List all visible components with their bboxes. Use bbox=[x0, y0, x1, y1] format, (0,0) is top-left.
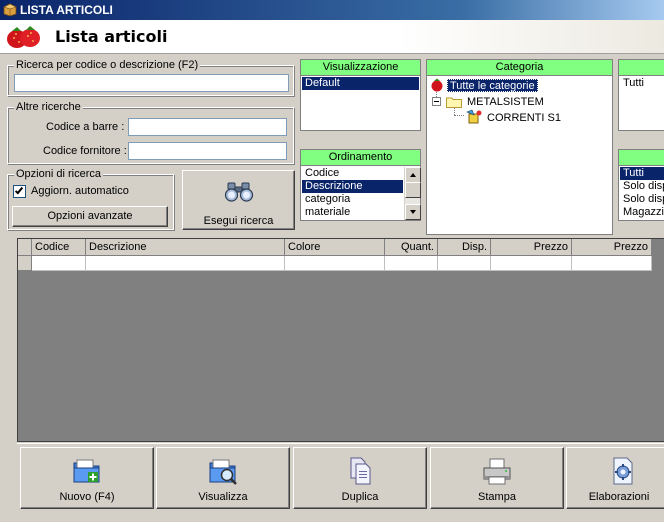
table-cell[interactable] bbox=[285, 256, 385, 271]
column-header-quantita[interactable]: Quant. bbox=[385, 239, 438, 256]
search-input[interactable] bbox=[14, 74, 289, 92]
box-icon bbox=[3, 3, 17, 17]
sort-item-categoria[interactable]: categoria bbox=[302, 193, 403, 206]
filter-item-all[interactable]: Tutti bbox=[620, 77, 664, 90]
sort-panel-title: Ordinamento bbox=[301, 150, 420, 166]
availability-panel: Tutti Solo disp Solo disp Magazzin bbox=[618, 149, 664, 221]
sort-item-descrizione[interactable]: Descrizione bbox=[302, 180, 403, 193]
scroll-up-button[interactable] bbox=[405, 167, 421, 183]
window-title: LISTA ARTICOLI bbox=[20, 3, 113, 17]
processing-button-label: Elaborazioni bbox=[588, 491, 650, 503]
view-list[interactable]: Default bbox=[302, 77, 419, 129]
scroll-down-button[interactable] bbox=[405, 204, 421, 220]
tree-line bbox=[454, 108, 455, 115]
table-cell[interactable] bbox=[32, 256, 86, 271]
strawberry-icon bbox=[431, 78, 443, 92]
search-options-group-label: Opzioni di ricerca bbox=[14, 168, 103, 180]
availability-item[interactable]: Solo disp bbox=[620, 180, 664, 193]
new-button-label: Nuovo (F4) bbox=[59, 491, 115, 503]
view-panel: Visualizzazione Default bbox=[300, 59, 421, 131]
duplicate-button[interactable]: Duplica bbox=[293, 447, 427, 509]
print-button[interactable]: Stampa bbox=[430, 447, 564, 509]
table-cell[interactable] bbox=[86, 256, 285, 271]
availability-item[interactable]: Solo disp bbox=[620, 193, 664, 206]
item-category-icon bbox=[466, 109, 482, 124]
checkmark-icon bbox=[14, 185, 24, 195]
folder-add-icon bbox=[73, 459, 100, 483]
view-list-item[interactable]: Default bbox=[302, 77, 419, 90]
sort-list-scrollbar[interactable] bbox=[404, 167, 421, 220]
tree-node-metalsistem[interactable]: METALSISTEM bbox=[467, 96, 544, 109]
availability-item-all[interactable]: Tutti bbox=[620, 167, 664, 180]
documents-icon bbox=[350, 457, 371, 485]
tree-collapse-toggle[interactable] bbox=[432, 97, 441, 106]
processing-button[interactable]: Elaborazioni bbox=[566, 447, 664, 509]
binoculars-icon bbox=[224, 182, 254, 202]
filter-panel-top: Tutti bbox=[618, 59, 664, 131]
category-panel-title: Categoria bbox=[427, 60, 612, 76]
sort-item-codice[interactable]: Codice bbox=[302, 167, 403, 180]
supplier-code-label: Codice fornitore : bbox=[43, 145, 127, 157]
window-title-bar[interactable]: LISTA ARTICOLI bbox=[0, 0, 664, 20]
view-button[interactable]: Visualizza bbox=[156, 447, 290, 509]
category-tree[interactable]: Tutte le categorie METALSISTEM CORRENTI … bbox=[428, 77, 611, 233]
availability-list[interactable]: Tutti Solo disp Solo disp Magazzin bbox=[620, 167, 664, 219]
auto-update-checkbox[interactable] bbox=[13, 185, 26, 198]
strawberry-icon bbox=[7, 26, 40, 48]
grid-corner bbox=[18, 239, 32, 256]
row-indicator[interactable] bbox=[18, 256, 32, 271]
column-header-codice[interactable]: Codice bbox=[32, 239, 86, 256]
printer-icon bbox=[483, 458, 511, 485]
duplicate-button-label: Duplica bbox=[341, 491, 379, 503]
table-cell[interactable] bbox=[438, 256, 491, 271]
page-header: Lista articoli bbox=[0, 20, 664, 54]
articles-grid[interactable]: Codice Descrizione Colore Quant. Disp. P… bbox=[17, 238, 664, 442]
table-cell[interactable] bbox=[385, 256, 438, 271]
filter-list-top[interactable]: Tutti bbox=[620, 77, 664, 129]
column-header-prezzo-2[interactable]: Prezzo bbox=[572, 239, 652, 256]
sort-item-materiale[interactable]: materiale bbox=[302, 206, 403, 219]
advanced-options-button[interactable]: Opzioni avanzate bbox=[12, 206, 168, 227]
table-cell[interactable] bbox=[572, 256, 652, 271]
run-search-label: Esegui ricerca bbox=[203, 215, 274, 227]
print-button-label: Stampa bbox=[478, 491, 516, 503]
column-header-descrizione[interactable]: Descrizione bbox=[86, 239, 285, 256]
tree-line bbox=[454, 115, 464, 116]
run-search-button[interactable]: Esegui ricerca bbox=[182, 170, 295, 230]
page-title: Lista articoli bbox=[55, 27, 168, 46]
sort-panel: Ordinamento Codice Descrizione categoria… bbox=[300, 149, 421, 221]
view-button-label: Visualizza bbox=[198, 491, 248, 503]
gear-document-icon bbox=[613, 457, 633, 485]
folder-search-icon bbox=[209, 459, 237, 485]
table-cell[interactable] bbox=[491, 256, 572, 271]
sort-list[interactable]: Codice Descrizione categoria materiale bbox=[302, 167, 403, 219]
category-panel: Categoria Tutte le categorie METALSISTEM… bbox=[426, 59, 613, 235]
availability-panel-title bbox=[619, 150, 664, 166]
minus-icon bbox=[434, 101, 439, 102]
column-header-colore[interactable]: Colore bbox=[285, 239, 385, 256]
folder-icon bbox=[446, 97, 462, 108]
scroll-thumb[interactable] bbox=[405, 182, 421, 198]
auto-update-label: Aggiorn. automatico bbox=[31, 185, 129, 197]
arrow-down-icon bbox=[410, 210, 416, 214]
search-group-label: Ricerca per codice o descrizione (F2) bbox=[14, 59, 201, 71]
filter-panel-top-title bbox=[619, 60, 664, 76]
column-header-prezzo[interactable]: Prezzo bbox=[491, 239, 572, 256]
tree-root-all-categories[interactable]: Tutte le categorie bbox=[447, 79, 538, 92]
column-header-disponibile[interactable]: Disp. bbox=[438, 239, 491, 256]
arrow-up-icon bbox=[410, 173, 416, 177]
availability-item[interactable]: Magazzin bbox=[620, 206, 664, 219]
other-search-group-label: Altre ricerche bbox=[14, 101, 83, 113]
barcode-label: Codice a barre : bbox=[46, 121, 125, 133]
view-panel-title: Visualizzazione bbox=[301, 60, 420, 76]
barcode-input[interactable] bbox=[128, 118, 287, 136]
tree-leaf-correnti-s1[interactable]: CORRENTI S1 bbox=[487, 112, 561, 125]
supplier-code-input[interactable] bbox=[128, 142, 287, 160]
new-button[interactable]: Nuovo (F4) bbox=[20, 447, 154, 509]
